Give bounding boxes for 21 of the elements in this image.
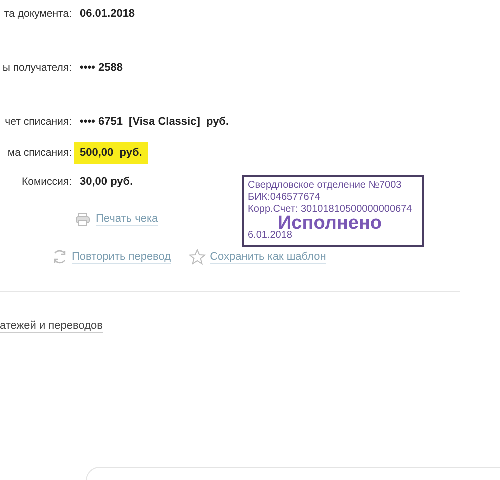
field-value: 06.01.2018	[80, 7, 136, 22]
field-value: •••• 2588	[80, 61, 123, 76]
field-value: 30,00 руб.	[80, 175, 134, 190]
action-link[interactable]: Сохранить как шаблон	[210, 250, 326, 264]
stamp-text: Свердловское отделение №7003	[248, 180, 403, 192]
star-icon	[189, 249, 206, 265]
action-link[interactable]: Повторить перевод	[72, 250, 172, 264]
field-label: чет списания:	[4, 116, 72, 128]
print-receipt-link[interactable]: Печать чека	[96, 213, 158, 226]
field-label: ма списания:	[6, 147, 72, 159]
history-link[interactable]: атежей и переводов	[0, 320, 103, 333]
field-value: 500,00 руб.	[74, 142, 148, 164]
refresh-icon	[52, 249, 68, 265]
stamp-text: БИК:046577674	[248, 192, 322, 204]
field-label: ы получателя:	[2, 62, 72, 74]
stamp-text: Корр.Счет: 30101810500000000674	[248, 204, 414, 216]
printer-icon	[76, 213, 90, 226]
field-label: та документа:	[3, 8, 72, 20]
field-label: Комиссия:	[20, 176, 72, 188]
field-value: •••• 6751 [Visa Classic] руб.	[80, 115, 230, 130]
stamp-date: 6.01.2018	[248, 230, 294, 242]
